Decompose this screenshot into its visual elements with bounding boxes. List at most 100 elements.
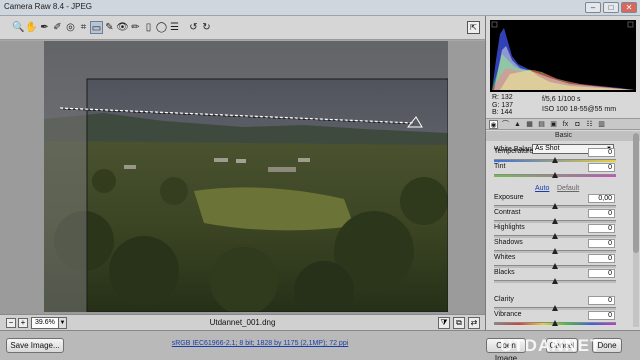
clarity-slider[interactable] bbox=[494, 305, 616, 311]
blacks-label: Blacks bbox=[494, 269, 515, 276]
tint-slider-handle[interactable] bbox=[552, 172, 558, 178]
lens-corrections-tab-icon[interactable]: ▣ bbox=[549, 120, 558, 129]
footer-bar: Save Image... sRGB IEC61966-2.1; 8 bit; … bbox=[0, 330, 640, 360]
adjustments-panel: R: 132 G: 137 B: 144 f/5,6 1/100 s ISO 1… bbox=[485, 16, 640, 330]
adjustment-brush-icon[interactable]: ✏ bbox=[129, 21, 142, 34]
rotate-left-icon[interactable]: ↺ bbox=[187, 21, 200, 34]
tone-curve-tab-icon[interactable]: ⌒ bbox=[501, 120, 510, 129]
photo-canvas[interactable] bbox=[44, 41, 448, 312]
readout-b: B: 144 bbox=[492, 109, 513, 116]
panel-scrollbar[interactable] bbox=[633, 131, 639, 327]
temperature-value-field[interactable]: 0 bbox=[588, 148, 615, 157]
close-button[interactable]: ✕ bbox=[621, 2, 637, 13]
preview-status-bar: − + 39.6% ▼ Utdannet_001.dng ⧩ ⧉ ⇄ bbox=[0, 314, 485, 330]
exposure-value-field[interactable]: 0,00 bbox=[588, 194, 615, 203]
straighten-icon[interactable]: ▭ bbox=[90, 21, 103, 34]
watermark-logo: UTDANNET bbox=[500, 336, 602, 355]
toggle-settings-icon[interactable]: ⇄ bbox=[468, 317, 480, 329]
split-toning-tab-icon[interactable]: ▤ bbox=[537, 120, 546, 129]
toolbar: 🔍 ✋ ✒ ✐ ◎ ⌗ ▭ ✎ 👁 ✏ ▯ ◯ ☰ ↺ ↻ ⇱ bbox=[0, 16, 485, 40]
maximize-button[interactable]: □ bbox=[603, 2, 619, 13]
shadows-label: Shadows bbox=[494, 239, 523, 246]
iso-lens: ISO 100 18-55@55 mm bbox=[542, 106, 617, 113]
graduated-filter-icon[interactable]: ▯ bbox=[142, 21, 155, 34]
fullscreen-icon[interactable]: ⇱ bbox=[467, 21, 480, 34]
rotate-right-icon[interactable]: ↻ bbox=[200, 21, 213, 34]
hsl-tab-icon[interactable]: ▦ bbox=[525, 120, 534, 129]
snapshots-tab-icon[interactable]: ▥ bbox=[597, 120, 606, 129]
temperature-slider[interactable] bbox=[494, 157, 616, 163]
contrast-label: Contrast bbox=[494, 209, 521, 216]
temperature-slider-handle[interactable] bbox=[552, 157, 558, 163]
targeted-adjustment-icon[interactable]: ◎ bbox=[64, 21, 77, 34]
default-link[interactable]: Default bbox=[557, 185, 579, 192]
blacks-slider-handle[interactable] bbox=[552, 278, 558, 284]
histogram bbox=[490, 20, 636, 92]
crop-icon[interactable]: ⌗ bbox=[77, 21, 90, 34]
highlights-slider[interactable] bbox=[494, 233, 616, 239]
save-image-button[interactable]: Save Image... bbox=[6, 338, 64, 353]
contrast-value-field[interactable]: 0 bbox=[588, 209, 615, 218]
auto-link[interactable]: Auto bbox=[535, 185, 549, 192]
title-bar: Camera Raw 8.4 - JPEG – □ ✕ bbox=[0, 0, 640, 16]
clarity-value-field[interactable]: 0 bbox=[588, 296, 615, 305]
zoom-icon[interactable]: 🔍 bbox=[12, 21, 25, 34]
temperature-label: Temperature bbox=[494, 148, 534, 155]
before-after-icon[interactable]: ⧉ bbox=[453, 317, 465, 329]
minimize-button[interactable]: – bbox=[585, 2, 601, 13]
camera-calibration-tab-icon[interactable]: ◘ bbox=[573, 120, 582, 129]
highlights-label: Highlights bbox=[494, 224, 525, 231]
readout-r: R: 132 bbox=[492, 94, 513, 101]
whites-slider[interactable] bbox=[494, 263, 616, 269]
readout-g: G: 137 bbox=[492, 101, 514, 109]
section-header-basic: Basic bbox=[486, 131, 640, 141]
presets-tab-icon[interactable]: ☷ bbox=[585, 120, 594, 129]
blacks-slider[interactable] bbox=[494, 278, 616, 284]
clarity-slider-handle[interactable] bbox=[552, 305, 558, 311]
vibrance-value-field[interactable]: 0 bbox=[588, 311, 615, 320]
tint-slider[interactable] bbox=[494, 172, 616, 178]
highlights-slider-handle[interactable] bbox=[552, 233, 558, 239]
filter-icon[interactable]: ⧩ bbox=[438, 317, 450, 329]
panel-tabs: ◉ ⌒ ▲ ▦ ▤ ▣ fx ◘ ☷ ▥ bbox=[486, 118, 640, 130]
radial-filter-icon[interactable]: ◯ bbox=[155, 21, 168, 34]
tint-value-field[interactable]: 0 bbox=[588, 163, 615, 172]
basic-tab-icon[interactable]: ◉ bbox=[489, 120, 498, 129]
red-eye-icon[interactable]: 👁 bbox=[116, 21, 129, 34]
tint-label: Tint bbox=[494, 163, 506, 170]
filename-label: Utdannet_001.dng bbox=[209, 318, 276, 327]
exposure-label: Exposure bbox=[494, 194, 524, 201]
hand-icon[interactable]: ✋ bbox=[25, 21, 38, 34]
shadows-slider[interactable] bbox=[494, 248, 616, 254]
blacks-value-field[interactable]: 0 bbox=[588, 269, 615, 278]
detail-tab-icon[interactable]: ▲ bbox=[513, 120, 522, 129]
preferences-icon[interactable]: ☰ bbox=[168, 21, 181, 34]
aperture-shutter: f/5,6 1/100 s bbox=[542, 96, 581, 103]
shadows-slider-handle[interactable] bbox=[552, 248, 558, 254]
camera-raw-window: Camera Raw 8.4 - JPEG – □ ✕ 🔍 ✋ ✒ ✐ ◎ ⌗ ▭ ✎ 👁 ✏ ▯ ◯… bbox=[0, 0, 640, 360]
effects-tab-icon[interactable]: fx bbox=[561, 120, 570, 129]
contrast-slider-handle[interactable] bbox=[552, 218, 558, 224]
scrollbar-thumb[interactable] bbox=[633, 133, 639, 253]
whites-value-field[interactable]: 0 bbox=[588, 254, 615, 263]
vibrance-slider-handle[interactable] bbox=[552, 320, 558, 326]
whites-label: Whites bbox=[494, 254, 516, 261]
vibrance-slider[interactable] bbox=[494, 320, 616, 326]
landscape-photo[interactable] bbox=[44, 41, 448, 312]
clarity-label: Clarity bbox=[494, 296, 514, 303]
workflow-options-link[interactable]: sRGB IEC61966-2.1; 8 bit; 1828 by 1175 (… bbox=[150, 340, 370, 347]
spot-removal-icon[interactable]: ✎ bbox=[103, 21, 116, 34]
exposure-slider[interactable] bbox=[494, 203, 616, 209]
white-balance-icon[interactable]: ✒ bbox=[38, 21, 51, 34]
window-title: Camera Raw 8.4 - JPEG bbox=[4, 2, 93, 11]
pixel-readout: R: 132 G: 137 B: 144 f/5,6 1/100 s ISO 1… bbox=[490, 94, 636, 116]
color-sampler-icon[interactable]: ✐ bbox=[51, 21, 64, 34]
vibrance-label: Vibrance bbox=[494, 311, 522, 318]
whites-slider-handle[interactable] bbox=[552, 263, 558, 269]
shadows-value-field[interactable]: 0 bbox=[588, 239, 615, 248]
exposure-slider-handle[interactable] bbox=[552, 203, 558, 209]
image-preview-area[interactable] bbox=[0, 41, 485, 314]
contrast-slider[interactable] bbox=[494, 218, 616, 224]
white-balance-value: As Shot bbox=[535, 145, 560, 152]
highlights-value-field[interactable]: 0 bbox=[588, 224, 615, 233]
